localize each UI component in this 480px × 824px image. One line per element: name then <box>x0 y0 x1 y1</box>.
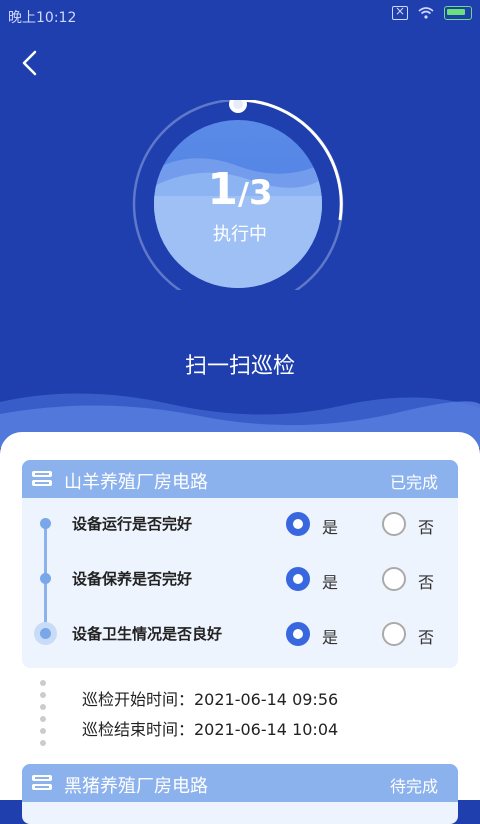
yes-radio[interactable] <box>286 567 310 591</box>
status-icons <box>392 4 472 20</box>
inspection-start-time: 巡检开始时间：2021-06-14 09:56 <box>82 690 339 709</box>
progress-count: 1/3 <box>130 164 350 215</box>
battery-icon <box>444 6 472 20</box>
check-label: 设备卫生情况是否良好 <box>72 625 223 643</box>
timeline-dot <box>40 573 51 584</box>
yes-radio[interactable] <box>286 512 310 536</box>
check-item: 设备保养是否完好 是 否 <box>22 559 458 599</box>
list-icon <box>32 471 52 486</box>
route-status: 已完成 <box>389 473 438 492</box>
progress-gauge: 1/3 执行中 <box>130 100 350 290</box>
progress-status: 执行中 <box>213 224 267 245</box>
no-label[interactable]: 否 <box>418 569 434 593</box>
route-status: 待完成 <box>389 777 438 796</box>
route-card: 山羊养殖厂房电路 已完成 设备运行是否完好 是 否 设备保养是否完好 是 否 设… <box>22 460 458 668</box>
time-dots <box>40 680 46 752</box>
no-radio[interactable] <box>382 512 406 536</box>
no-label[interactable]: 否 <box>418 514 434 538</box>
no-radio[interactable] <box>382 567 406 591</box>
route-card: 黑猪养殖厂房电路 待完成 <box>22 764 458 824</box>
timeline-dot-current <box>34 622 57 645</box>
back-button[interactable] <box>14 46 48 80</box>
sim-off-icon <box>392 4 408 20</box>
status-time: 晚上10:12 <box>8 10 77 26</box>
status-bar: 晚上10:12 <box>0 0 480 32</box>
route-name: 山羊养殖厂房电路 <box>64 472 208 493</box>
check-item: 设备运行是否完好 是 否 <box>22 504 458 544</box>
yes-radio[interactable] <box>286 622 310 646</box>
route-card-header[interactable]: 山羊养殖厂房电路 已完成 <box>22 460 458 498</box>
inspection-end-time: 巡检结束时间：2021-06-14 10:04 <box>82 720 339 739</box>
route-name: 黑猪养殖厂房电路 <box>64 776 208 797</box>
route-card-header[interactable]: 黑猪养殖厂房电路 待完成 <box>22 764 458 802</box>
progress-separator: / <box>237 177 249 212</box>
progress-current: 1 <box>207 164 238 215</box>
page-title: 扫一扫巡检 <box>184 354 295 379</box>
timeline-dot <box>40 518 51 529</box>
list-icon <box>32 775 52 790</box>
yes-label[interactable]: 是 <box>322 514 338 538</box>
inspection-content: 山羊养殖厂房电路 已完成 设备运行是否完好 是 否 设备保养是否完好 是 否 设… <box>0 432 480 824</box>
check-label: 设备保养是否完好 <box>72 570 193 588</box>
yes-label[interactable]: 是 <box>322 624 338 648</box>
progress-total: 3 <box>248 173 273 213</box>
no-label[interactable]: 否 <box>418 624 434 648</box>
yes-label[interactable]: 是 <box>322 569 338 593</box>
check-label: 设备运行是否完好 <box>72 515 193 533</box>
no-radio[interactable] <box>382 622 406 646</box>
check-item: 设备卫生情况是否良好 是 否 <box>22 614 458 654</box>
wifi-icon <box>418 7 434 19</box>
